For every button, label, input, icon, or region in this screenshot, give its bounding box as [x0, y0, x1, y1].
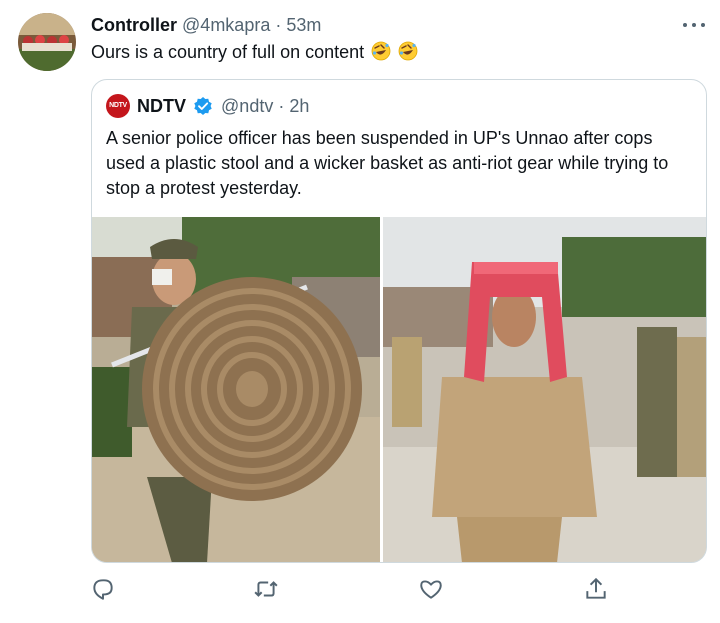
- quoted-author-handle[interactable]: @ndtv: [221, 96, 273, 116]
- quoted-tweet[interactable]: NDTV NDTV @ndtv · 2h A senior police off…: [91, 79, 707, 563]
- rolling-laughing-emoji-icon: [371, 41, 391, 61]
- quoted-timestamp[interactable]: 2h: [289, 96, 309, 116]
- tweet-text: Ours is a country of full on content: [91, 40, 418, 64]
- author-handle[interactable]: @4mkapra: [182, 15, 270, 35]
- rolling-laughing-emoji-icon: [398, 41, 418, 61]
- tweet-header: Controller @4mkapra · 53m: [91, 14, 321, 36]
- avatar[interactable]: [18, 13, 76, 71]
- photo-officer-with-plastic-stool[interactable]: [383, 217, 706, 563]
- tweet-text-content: Ours is a country of full on content: [91, 42, 365, 62]
- share-icon[interactable]: [583, 576, 609, 602]
- retweet-icon[interactable]: [253, 576, 279, 602]
- separator: ·: [275, 15, 282, 35]
- ndtv-logo[interactable]: NDTV: [106, 94, 130, 118]
- quoted-tweet-text: A senior police officer has been suspend…: [106, 128, 669, 198]
- separator: ·: [278, 96, 285, 116]
- quoted-author-name[interactable]: NDTV: [137, 96, 186, 116]
- like-icon[interactable]: [418, 576, 444, 602]
- timestamp[interactable]: 53m: [286, 15, 321, 35]
- photo-officer-with-wicker-basket[interactable]: [92, 217, 380, 563]
- tweet-actions: [0, 574, 720, 604]
- tweet[interactable]: Controller @4mkapra · 53m Ours is a coun…: [0, 0, 720, 623]
- verified-badge-icon: [194, 97, 212, 115]
- reply-icon[interactable]: [90, 576, 116, 602]
- author-name[interactable]: Controller: [91, 15, 177, 35]
- quoted-tweet-media[interactable]: [92, 217, 706, 563]
- quoted-tweet-header: NDTV @ndtv · 2h: [137, 95, 309, 117]
- more-options-icon[interactable]: [680, 14, 708, 36]
